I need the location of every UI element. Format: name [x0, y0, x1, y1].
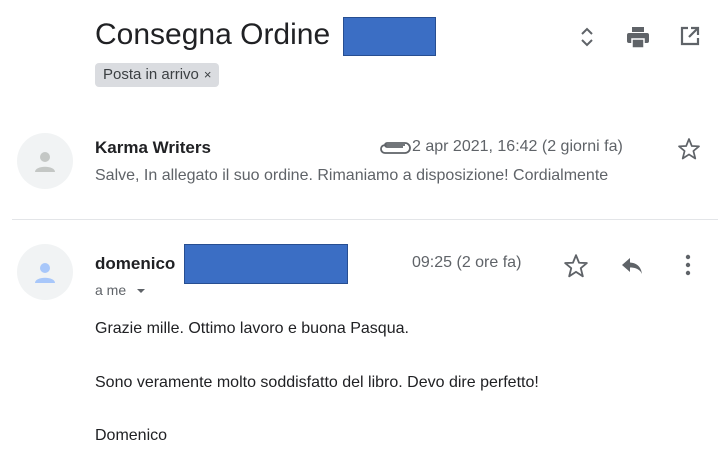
divider [12, 219, 718, 220]
message-body-line: Grazie mille. Ottimo lavoro e buona Pasq… [95, 320, 409, 337]
star-icon[interactable] [563, 253, 589, 279]
label-chip[interactable]: Posta in arrivo × [95, 63, 220, 87]
reply-icon[interactable] [619, 253, 645, 279]
sender-name[interactable]: domenico [95, 254, 175, 274]
caret-down-icon[interactable] [136, 287, 146, 295]
open-in-new-window-icon[interactable] [678, 24, 702, 48]
star-icon[interactable] [677, 137, 701, 161]
remove-label-icon[interactable]: × [204, 67, 212, 82]
avatar [17, 244, 73, 300]
avatar [17, 133, 73, 189]
label-chip-text: Posta in arrivo [103, 66, 199, 83]
redaction-box [184, 244, 348, 284]
recipient-text: a me [95, 282, 127, 298]
more-options-icon[interactable] [677, 251, 699, 279]
sender-name[interactable]: Karma Writers [95, 138, 211, 158]
message-snippet[interactable]: Salve, In allegato il suo ordine. Rimani… [95, 167, 698, 185]
attachment-icon [377, 140, 411, 156]
subject-title: Consegna Ordine [95, 18, 331, 51]
message-signature: Domenico [95, 427, 168, 444]
recipient-details[interactable]: a me [95, 282, 146, 298]
print-icon[interactable] [626, 26, 650, 50]
person-icon [35, 152, 55, 172]
redaction-box [343, 17, 436, 56]
message-body-line: Sono veramente molto soddisfatto del lib… [95, 374, 539, 391]
person-icon [35, 263, 55, 283]
expand-all-icon[interactable] [576, 24, 598, 50]
message-date: 2 apr 2021, 16:42 (2 giorni fa) [412, 138, 623, 155]
message-date: 09:25 (2 ore fa) [412, 254, 522, 271]
